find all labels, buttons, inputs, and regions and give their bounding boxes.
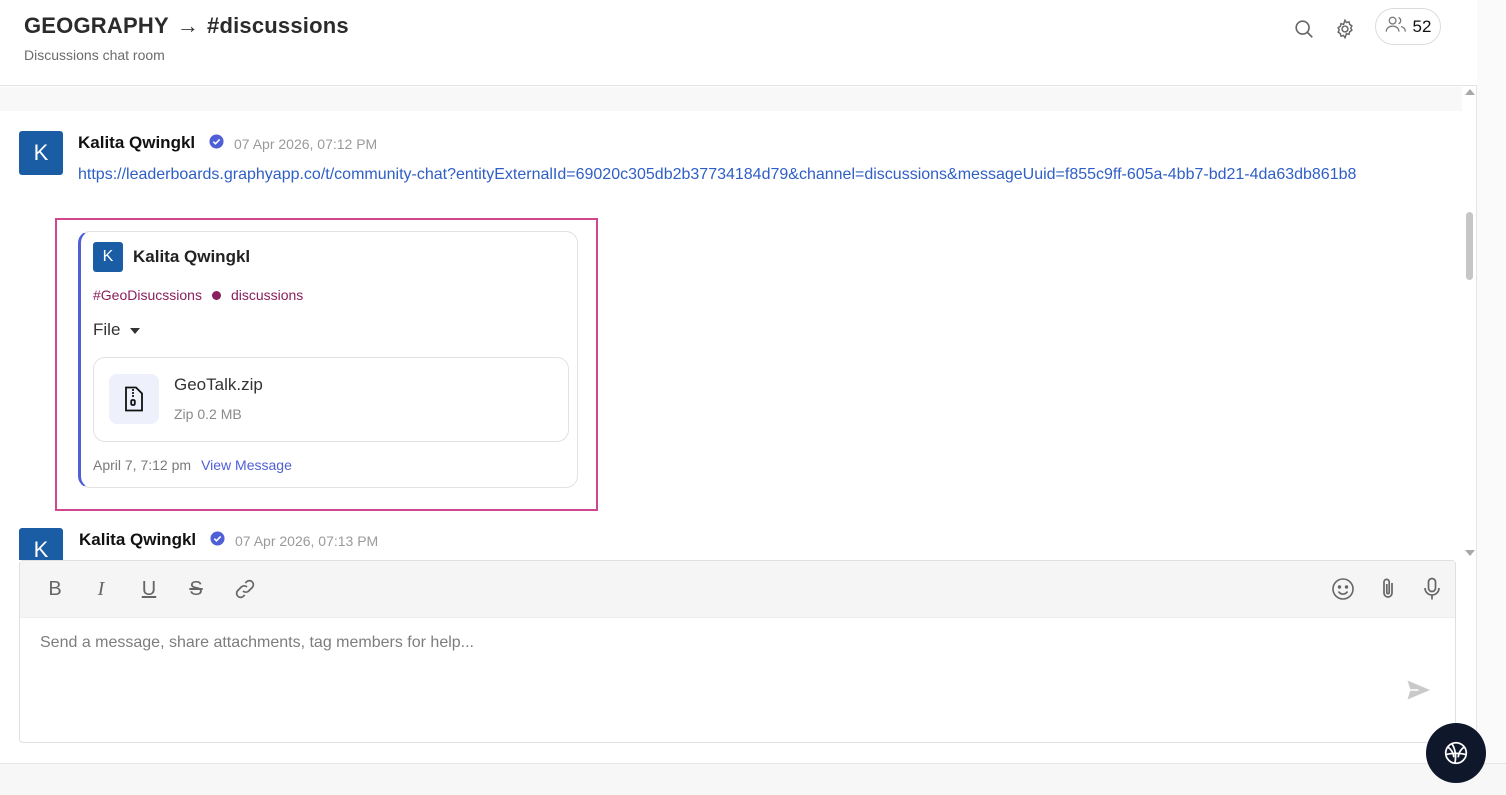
underline-icon: U <box>141 577 157 600</box>
message-preview-card[interactable]: K Kalita Qwingkl #GeoDisucssions discuss… <box>78 231 578 488</box>
message-link[interactable]: https://leaderboards.graphyapp.co/t/comm… <box>78 162 1378 187</box>
avatar[interactable]: K <box>19 131 63 175</box>
bold-button[interactable]: B <box>42 576 68 602</box>
scroll-up-arrow-icon[interactable] <box>1465 89 1475 95</box>
file-section-label: File <box>93 320 121 339</box>
message-author[interactable]: Kalita Qwingkl <box>78 133 195 153</box>
gear-icon[interactable] <box>1332 16 1358 42</box>
message-timestamp: 07 Apr 2026, 07:12 PM <box>234 136 378 152</box>
page-title: GEOGRAPHY → #discussions <box>24 13 349 39</box>
microphone-button[interactable] <box>1419 576 1445 602</box>
strikethrough-icon: S <box>189 577 203 600</box>
zip-file-icon <box>109 374 159 424</box>
channel-header: GEOGRAPHY → #discussions Discussions cha… <box>0 0 1477 86</box>
file-name: GeoTalk.zip <box>174 375 263 394</box>
member-count: 52 <box>1412 16 1432 36</box>
scroll-down-arrow-icon[interactable] <box>1465 550 1475 556</box>
view-message-link[interactable]: View Message <box>201 457 292 473</box>
file-section-toggle[interactable]: File <box>93 320 141 340</box>
scrollbar[interactable] <box>1462 87 1476 560</box>
search-icon[interactable] <box>1291 16 1317 42</box>
verified-badge-icon <box>210 531 225 546</box>
preview-date: April 7, 7:12 pm <box>93 457 192 473</box>
globe-icon <box>1444 741 1468 765</box>
separator-dot <box>211 290 221 300</box>
community-name[interactable]: GEOGRAPHY <box>24 13 169 39</box>
formatting-toolbar: B I U S <box>20 561 1455 618</box>
message-row: K Kalita Qwingkl 07 Apr 2026, 07:13 PM <box>0 515 1462 560</box>
paperclip-icon <box>1383 578 1393 598</box>
underline-button[interactable]: U <box>136 576 162 602</box>
preview-tag[interactable]: #GeoDisucssions <box>93 287 202 303</box>
preview-channel[interactable]: discussions <box>231 287 303 303</box>
file-attachment[interactable]: GeoTalk.zip Zip 0.2 MB <box>93 357 569 442</box>
verified-badge-icon <box>209 134 224 149</box>
emoji-button[interactable] <box>1330 576 1356 602</box>
users-icon <box>1385 15 1407 38</box>
message-input[interactable]: Send a message, share attachments, tag m… <box>40 634 474 652</box>
italic-icon: I <box>97 577 105 600</box>
breadcrumb-arrow: → <box>176 13 200 38</box>
chat-app: GEOGRAPHY → #discussions Discussions cha… <box>0 0 1477 765</box>
link-icon <box>235 579 255 599</box>
avatar[interactable]: K <box>19 528 63 560</box>
preview-footer: April 7, 7:12 pm View Message <box>93 457 292 473</box>
scrollbar-thumb[interactable] <box>1466 212 1473 280</box>
avatar: K <box>93 242 123 272</box>
channel-name: #discussions <box>207 13 349 38</box>
microphone-icon <box>1424 577 1440 600</box>
load-more-band <box>0 87 1462 111</box>
strikethrough-button[interactable]: S <box>183 576 209 602</box>
caret-down-icon <box>130 328 141 334</box>
link-button[interactable] <box>232 576 258 602</box>
message-author[interactable]: Kalita Qwingkl <box>79 530 196 550</box>
message-composer: B I U S Send a message, share attachment… <box>19 560 1456 743</box>
preview-tags: #GeoDisucssions discussions <box>93 287 303 303</box>
message-timestamp: 07 Apr 2026, 07:13 PM <box>235 533 379 549</box>
globe-fab-button[interactable] <box>1426 723 1486 783</box>
members-button[interactable]: 52 <box>1375 8 1441 45</box>
bold-icon: B <box>48 577 62 600</box>
emoji-icon <box>1332 578 1354 600</box>
italic-button[interactable]: I <box>88 576 114 602</box>
send-icon[interactable] <box>1406 679 1432 701</box>
file-meta: Zip 0.2 MB <box>174 406 242 422</box>
attach-button[interactable] <box>1375 576 1401 602</box>
bottom-bar <box>0 763 1506 795</box>
preview-author: Kalita Qwingkl <box>133 247 251 266</box>
channel-subtitle: Discussions chat room <box>24 47 165 63</box>
